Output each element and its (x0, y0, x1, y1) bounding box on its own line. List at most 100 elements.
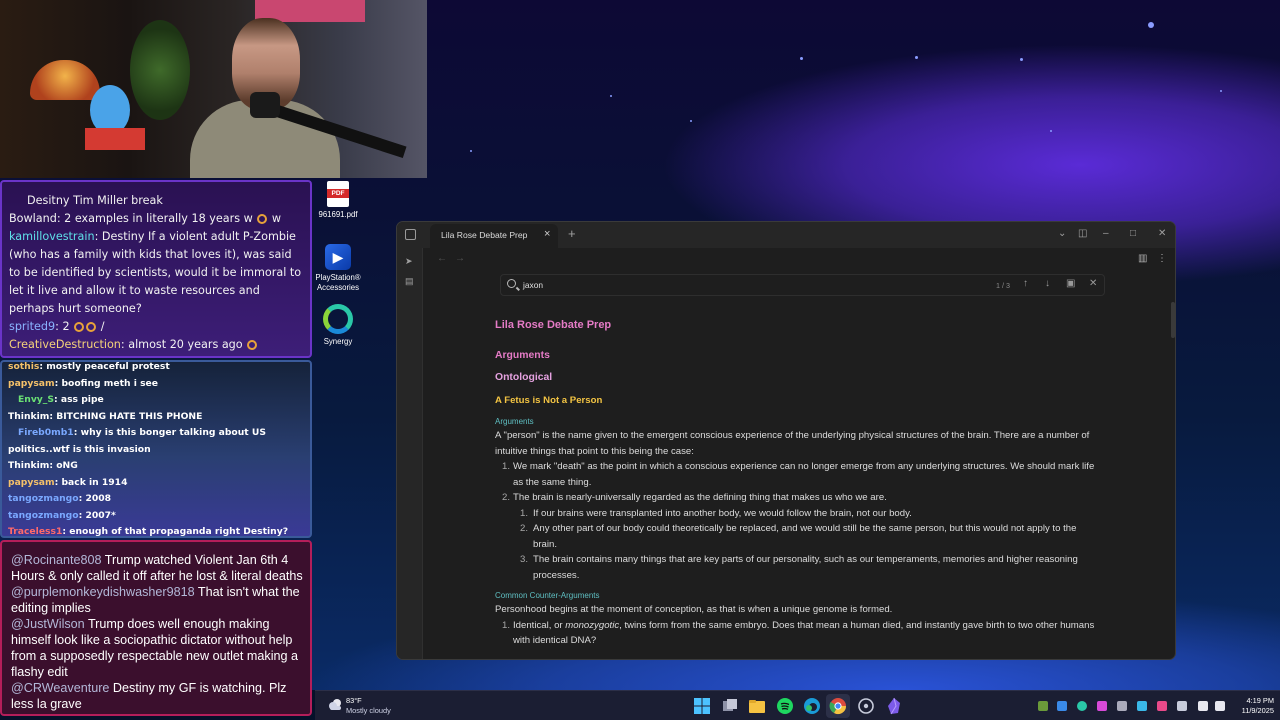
search-options-icon[interactable]: ▣ (1066, 278, 1075, 289)
chat-message: Desitny Tim Miller break (9, 192, 306, 210)
obsidian-app-icon[interactable] (885, 697, 903, 715)
tray-app-icon[interactable] (1038, 701, 1048, 711)
chat-message-text: : BITCHING HATE THIS PHONE (49, 410, 203, 422)
chat-message-text: : 2 (55, 320, 70, 333)
chrome-browser-icon[interactable] (829, 697, 847, 715)
close-search-icon[interactable]: ✕ (1089, 278, 1097, 289)
chat-message: @Rocinante808 Trump watched Violent Jan … (11, 552, 306, 584)
tray-cloud-icon[interactable] (1137, 701, 1147, 711)
chat-overlay-top: Desitny Tim Miller break Bowland: 2 exam… (0, 180, 312, 358)
tray-steam-icon[interactable] (1117, 701, 1127, 711)
chat-username: @purplemonkeydishwasher9818 (11, 585, 195, 599)
tab-lila-rose-debate-prep[interactable]: Lila Rose Debate Prep × (430, 224, 558, 248)
list-item: 2. The brain is nearly-universally regard… (502, 492, 887, 503)
chat-message-text: : back in 1914 (54, 476, 128, 488)
chat-message: Traceless1: enough of that propaganda ri… (8, 524, 307, 537)
emote-icon (247, 340, 258, 350)
chat-username: sprited9 (9, 320, 56, 333)
weather-cloud-icon[interactable] (327, 698, 343, 712)
windows-taskbar: 83°F Mostly cloudy 4:19 PM 11/9/2025 (315, 690, 1280, 720)
chat-message-text: : ass pipe (54, 394, 104, 405)
tray-synergy-icon[interactable] (1077, 701, 1087, 711)
list-item: 1. Identical, or monozygotic, twins form … (502, 619, 1095, 647)
back-arrow-icon[interactable]: ← (437, 253, 447, 264)
file-explorer-icon[interactable] (748, 697, 766, 715)
emote-icon (74, 322, 85, 332)
list-item: 1. If our brains were transplanted into a… (520, 507, 912, 519)
chat-username: tangozmango (8, 509, 79, 521)
weather-temperature[interactable]: 83°F (346, 696, 362, 705)
tray-app-icon[interactable] (1177, 701, 1187, 711)
desktop-icon-synergy[interactable]: Synergy (310, 304, 366, 347)
wallpaper-star (800, 57, 803, 60)
chat-message: Envy_S: ass pipe (8, 392, 307, 409)
tab-label: Lila Rose Debate Prep (441, 230, 528, 240)
document-scrollbar[interactable] (1171, 302, 1175, 338)
tab-close-button[interactable]: × (544, 228, 550, 240)
steam-like-icon[interactable] (857, 697, 875, 715)
wallpaper-star (610, 95, 612, 97)
desktop-icon-playstation[interactable]: ▶ PlayStation® Accessories (310, 244, 366, 293)
chat-message-text: : 2007* (78, 509, 116, 521)
maximize-button[interactable]: □ (1130, 228, 1136, 239)
webcam-plant (130, 20, 190, 120)
spotify-icon[interactable] (776, 697, 794, 715)
sidebar-toggle-icon[interactable] (405, 229, 416, 240)
previous-match-icon[interactable]: ↑ (1023, 278, 1028, 289)
task-view-icon[interactable] (721, 697, 739, 715)
search-result-count: 1 / 3 (996, 281, 1010, 290)
heading-arguments-sub: Arguments (495, 417, 534, 426)
forward-arrow-icon[interactable]: → (455, 253, 465, 264)
list-item-text: Identical, or (513, 619, 566, 631)
chat-message: sprited9: 2 / (9, 318, 306, 336)
next-match-icon[interactable]: ↓ (1045, 278, 1050, 289)
more-options-icon[interactable]: ⋮ (1157, 253, 1167, 264)
webcam-feed (0, 0, 427, 178)
desktop-icon-pdf[interactable]: PDF 961691.pdf (310, 181, 366, 220)
clock-time[interactable]: 4:19 PM (1234, 696, 1274, 705)
emote-icon (86, 322, 97, 332)
weather-description[interactable]: Mostly cloudy (346, 706, 391, 715)
tab-list-chevron-icon[interactable]: ⌄ (1058, 228, 1066, 239)
chat-username: @Rocinante808 (11, 553, 102, 567)
chat-username: Envy_S (18, 394, 55, 405)
chat-username: kamillovestrain (9, 230, 95, 243)
document-title: Lila Rose Debate Prep (495, 319, 612, 331)
new-tab-button[interactable]: + (568, 226, 576, 241)
tray-app-icon[interactable] (1097, 701, 1107, 711)
reading-view-icon[interactable]: ▥ (1138, 253, 1147, 264)
chat-message: tangozmango: 2008 (8, 491, 307, 508)
clock-date[interactable]: 11/9/2025 (1234, 706, 1274, 715)
chat-username: Bowland (9, 212, 57, 225)
playstation-icon: ▶ (325, 244, 351, 270)
wallpaper-star (690, 120, 692, 122)
chat-username: @CRWeaventure (11, 681, 110, 695)
wallpaper-star (1050, 130, 1052, 132)
list-item: 3. The brain contains many things that ar… (520, 554, 1078, 581)
start-windows-icon[interactable] (693, 697, 711, 715)
obsidian-window: Lila Rose Debate Prep × + ⌄ ◫ – □ ✕ ➤ ▤ … (396, 221, 1176, 660)
paragraph: A "person" is the name given to the emer… (495, 430, 1090, 457)
send-icon[interactable]: ➤ (405, 256, 415, 266)
search-input[interactable]: jaxon (523, 280, 543, 290)
list-item: 1. We mark "death" as the point in which … (502, 461, 1095, 488)
canvas-icon[interactable]: ▤ (405, 276, 415, 286)
tray-app-icon[interactable] (1157, 701, 1167, 711)
chat-message-text: : enough of that propaganda right Destin… (62, 526, 289, 537)
chat-message-text: Desitny Tim Miller break (27, 194, 163, 207)
network-icon[interactable] (1198, 701, 1208, 711)
in-document-search[interactable]: jaxon 1 / 3 ↑ ↓ ▣ ✕ (500, 274, 1105, 296)
right-sidebar-toggle-icon[interactable]: ◫ (1078, 228, 1087, 239)
list-item-text: If our brains were transplanted into ano… (533, 507, 912, 519)
list-item-text: The brain is nearly-universally regarded… (513, 492, 887, 503)
chat-message: CreativeDestruction: almost 20 years ago (9, 336, 306, 354)
webcam-lamp (30, 60, 100, 100)
close-window-button[interactable]: ✕ (1158, 228, 1166, 239)
chat-message: Fireb0mb1: why is this bonger talking ab… (8, 425, 307, 458)
chat-message-text: : 2008 (78, 493, 112, 504)
edge-browser-icon[interactable] (803, 697, 821, 715)
list-item-text: Any other part of our body could theoret… (533, 523, 1077, 550)
volume-icon[interactable] (1215, 701, 1225, 711)
minimize-button[interactable]: – (1103, 228, 1109, 239)
tray-app-icon[interactable] (1057, 701, 1067, 711)
